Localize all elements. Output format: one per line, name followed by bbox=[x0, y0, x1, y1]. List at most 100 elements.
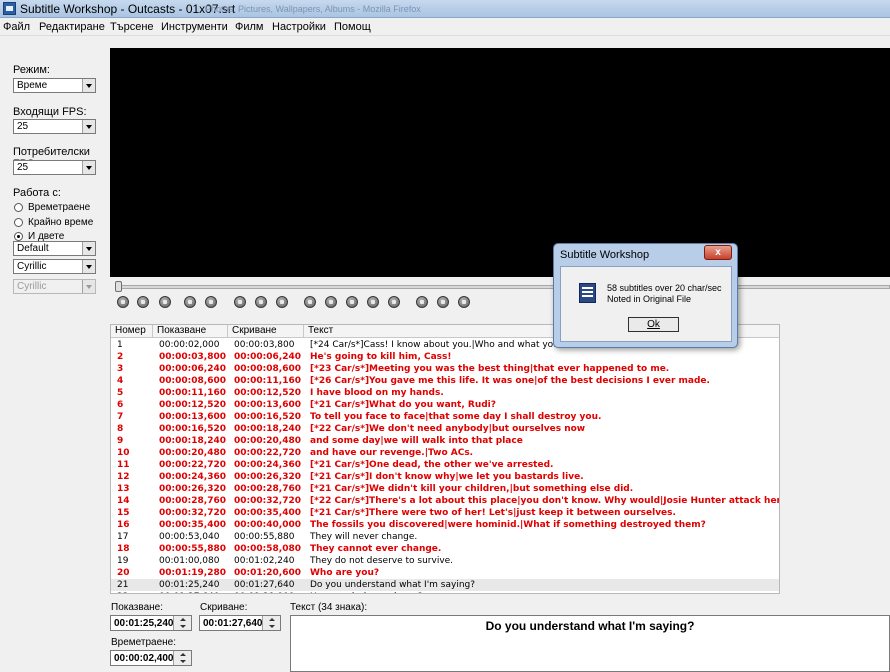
charset-select[interactable]: Cyrillic bbox=[13, 259, 96, 274]
cell-number: 4 bbox=[117, 376, 124, 386]
duration-input[interactable]: 00:00:02,400 bbox=[110, 650, 192, 666]
cell-number: 12 bbox=[117, 472, 130, 482]
seek-bar[interactable] bbox=[115, 285, 890, 289]
prev-subtitle-icon[interactable] bbox=[184, 296, 196, 308]
menu-settings[interactable]: Настройки bbox=[272, 21, 326, 33]
play-icon[interactable] bbox=[117, 296, 129, 308]
table-row[interactable]: 9 00:00:18,240 00:00:20,480 and some day|we… bbox=[111, 435, 779, 447]
cell-show-time: 00:00:55,880 bbox=[159, 544, 226, 554]
close-icon[interactable]: x bbox=[704, 245, 732, 260]
user-fps-value: 25 bbox=[17, 162, 29, 173]
mode-value: Време bbox=[17, 80, 48, 91]
menu-edit[interactable]: Редактиране bbox=[39, 21, 105, 33]
table-row[interactable]: 20 00:01:19,280 00:01:20,600 Who are you? bbox=[111, 567, 779, 579]
radio-duration[interactable]: Времетраене bbox=[14, 202, 90, 213]
show-time-input[interactable]: 00:01:25,240 bbox=[110, 615, 192, 631]
step-forward-icon[interactable] bbox=[304, 296, 316, 308]
set-end-icon[interactable] bbox=[346, 296, 358, 308]
show-time-value: 00:01:25,240 bbox=[114, 618, 174, 629]
end-sub-icon[interactable] bbox=[388, 296, 400, 308]
chevron-down-icon[interactable] bbox=[82, 79, 95, 92]
radio-button-selected[interactable] bbox=[14, 232, 23, 241]
column-header-hide[interactable]: Скриване bbox=[228, 325, 304, 338]
user-fps-select[interactable]: 25 bbox=[13, 160, 96, 175]
hide-time-input[interactable]: 00:01:27,640 bbox=[199, 615, 281, 631]
pause-icon[interactable] bbox=[159, 296, 171, 308]
table-row[interactable]: 3 00:00:06,240 00:00:08,600 [*23 Car/s*]Mee… bbox=[111, 363, 779, 375]
radio-end-time[interactable]: Крайно време bbox=[14, 217, 93, 228]
table-row[interactable]: 5 00:00:11,160 00:00:12,520 I have blood on… bbox=[111, 387, 779, 399]
seek-thumb[interactable] bbox=[115, 281, 122, 292]
set-start-icon[interactable] bbox=[325, 296, 337, 308]
add-icon[interactable] bbox=[458, 296, 470, 308]
rewind-icon[interactable] bbox=[234, 296, 246, 308]
table-row[interactable]: 4 00:00:08,600 00:00:11,160 [*26 Car/s*]You… bbox=[111, 375, 779, 387]
cell-hide-time: 00:01:20,600 bbox=[234, 568, 301, 578]
cell-number: 15 bbox=[117, 508, 130, 518]
menu-search[interactable]: Търсене bbox=[110, 21, 154, 33]
input-fps-select[interactable]: 25 bbox=[13, 119, 96, 134]
cell-number: 11 bbox=[117, 460, 130, 470]
cell-hide-time: 00:01:29,000 bbox=[234, 591, 294, 593]
video-preview[interactable] bbox=[110, 48, 890, 277]
cell-text: How much do you know? bbox=[310, 591, 423, 593]
radio-button[interactable] bbox=[14, 203, 23, 212]
start-sub-icon[interactable] bbox=[367, 296, 379, 308]
spin-buttons-icon[interactable] bbox=[262, 616, 280, 630]
menu-file[interactable]: Файл bbox=[3, 21, 30, 33]
mode-select[interactable]: Време bbox=[13, 78, 96, 93]
ok-button[interactable]: Ok bbox=[628, 317, 679, 332]
cell-text: [*22 Car/s*]We don't need anybody|but ou… bbox=[310, 424, 586, 434]
step-back-icon[interactable] bbox=[276, 296, 288, 308]
forward-icon[interactable] bbox=[255, 296, 267, 308]
chevron-down-icon[interactable] bbox=[82, 242, 95, 255]
cell-hide-time: 00:00:24,360 bbox=[234, 460, 301, 470]
sync-2-icon[interactable] bbox=[437, 296, 449, 308]
table-row[interactable]: 10 00:00:20,480 00:00:22,720 and have our r… bbox=[111, 447, 779, 459]
table-row[interactable]: 13 00:00:26,320 00:00:28,760 [*21 Car/s*]We… bbox=[111, 483, 779, 495]
cell-number: 8 bbox=[117, 424, 124, 434]
spin-buttons-icon[interactable] bbox=[173, 651, 191, 665]
table-row[interactable]: 11 00:00:22,720 00:00:24,360 [*21 Car/s*]On… bbox=[111, 459, 779, 471]
sync-1-icon[interactable] bbox=[416, 296, 428, 308]
chevron-down-icon[interactable] bbox=[82, 161, 95, 174]
cell-show-time: 00:00:20,480 bbox=[159, 448, 226, 458]
chevron-down-icon[interactable] bbox=[82, 120, 95, 133]
cell-show-time: 00:00:11,160 bbox=[159, 388, 226, 398]
table-row[interactable]: 17 00:00:53,040 00:00:55,880 They will neve… bbox=[111, 531, 779, 543]
background-window-title: Photos, Pictures, Wallpapers, Albums - M… bbox=[205, 4, 421, 14]
table-row[interactable]: 22 00:01:27,640 00:01:29,000 How much do yo… bbox=[111, 591, 779, 593]
radio-button[interactable] bbox=[14, 218, 23, 227]
cell-show-time: 00:00:12,520 bbox=[159, 400, 226, 410]
table-row[interactable]: 12 00:00:24,360 00:00:26,320 [*21 Car/s*]I … bbox=[111, 471, 779, 483]
table-row[interactable]: 8 00:00:16,520 00:00:18,240 [*22 Car/s*]We … bbox=[111, 423, 779, 435]
table-row[interactable]: 19 00:01:00,080 00:01:02,240 They do not de… bbox=[111, 555, 779, 567]
menu-help[interactable]: Помощ bbox=[334, 21, 371, 33]
column-header-show[interactable]: Показване bbox=[153, 325, 228, 338]
table-row[interactable]: 16 00:00:35,400 00:00:40,000 The fossils yo… bbox=[111, 519, 779, 531]
cell-hide-time: 00:00:08,600 bbox=[234, 364, 301, 374]
cell-show-time: 00:01:25,240 bbox=[159, 580, 220, 590]
menu-tools[interactable]: Инструменти bbox=[161, 21, 228, 33]
spin-buttons-icon[interactable] bbox=[173, 616, 191, 630]
table-row[interactable]: 18 00:00:55,880 00:00:58,080 They cannot ev… bbox=[111, 543, 779, 555]
cell-show-time: 00:00:53,040 bbox=[159, 532, 220, 542]
stop-icon[interactable] bbox=[137, 296, 149, 308]
table-row[interactable]: 21 00:01:25,240 00:01:27,640 Do you underst… bbox=[111, 579, 779, 591]
window-title: Subtitle Workshop - Outcasts - 01x07.srt bbox=[20, 2, 236, 16]
next-subtitle-icon[interactable] bbox=[205, 296, 217, 308]
table-row[interactable]: 6 00:00:12,520 00:00:13,600 [*21 Car/s*]Wha… bbox=[111, 399, 779, 411]
cell-text: Do you understand what I'm saying? bbox=[310, 580, 476, 590]
ok-button-label: Ok bbox=[647, 319, 660, 330]
table-row[interactable]: 2 00:00:03,800 00:00:06,240 He's going to k… bbox=[111, 351, 779, 363]
style-select[interactable]: Default bbox=[13, 241, 96, 256]
column-header-number[interactable]: Номер bbox=[111, 325, 153, 338]
table-row[interactable]: 7 00:00:13,600 00:00:16,520 To tell you fac… bbox=[111, 411, 779, 423]
cell-text: They will never change. bbox=[310, 532, 418, 542]
table-row[interactable]: 14 00:00:28,760 00:00:32,720 [*22 Car/s*]Th… bbox=[111, 495, 779, 507]
chevron-down-icon[interactable] bbox=[82, 260, 95, 273]
menu-movie[interactable]: Филм bbox=[235, 21, 264, 33]
subtitle-text-editor[interactable]: Do you understand what I'm saying? bbox=[290, 615, 890, 672]
table-row[interactable]: 15 00:00:32,720 00:00:35,400 [*21 Car/s*]Th… bbox=[111, 507, 779, 519]
left-panel: Режим: Време Входящи FPS: 25 Потребителс… bbox=[0, 36, 108, 596]
